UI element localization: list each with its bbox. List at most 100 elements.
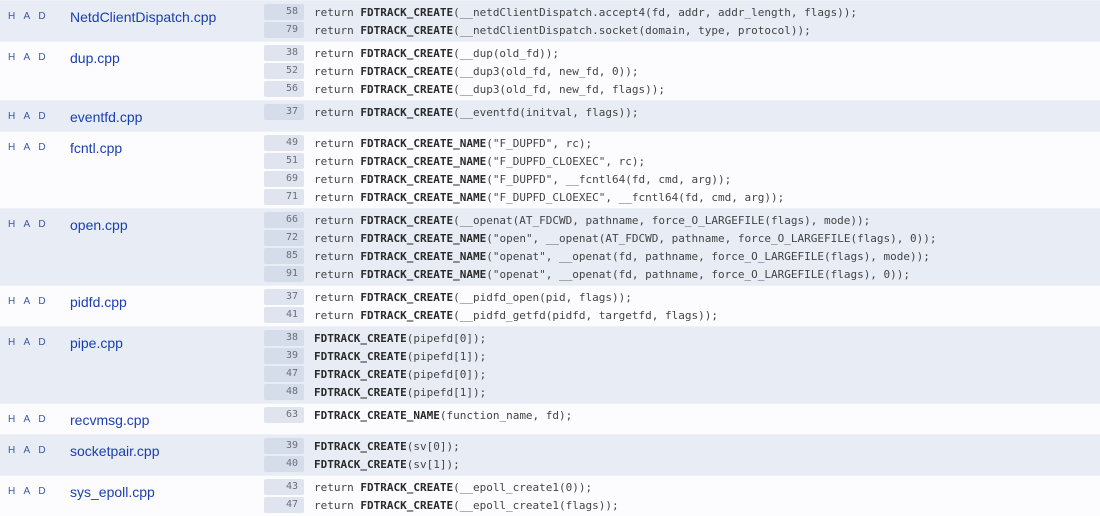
- code-pre: return: [314, 106, 360, 119]
- code-pre: return: [314, 83, 360, 96]
- file-name-cell: open.cpp: [66, 209, 264, 285]
- code-line[interactable]: 66return FDTRACK_CREATE(__openat(AT_FDCW…: [264, 211, 1100, 229]
- code-line[interactable]: 47return FDTRACK_CREATE(__epoll_create1(…: [264, 496, 1100, 514]
- file-link[interactable]: recvmsg.cpp: [70, 410, 149, 428]
- line-number[interactable]: 71: [264, 189, 304, 205]
- code-lines: 49return FDTRACK_CREATE_NAME("F_DUPFD", …: [264, 132, 1100, 208]
- code-post: (function_name, fd);: [440, 409, 572, 422]
- code-match: FDTRACK_CREATE_NAME: [314, 409, 440, 422]
- code-line[interactable]: 41return FDTRACK_CREATE(__pidfd_getfd(pi…: [264, 306, 1100, 324]
- file-name-cell: sys_epoll.cpp: [66, 476, 264, 516]
- line-number[interactable]: 41: [264, 307, 304, 323]
- code-text: FDTRACK_CREATE(sv[1]);: [314, 458, 460, 471]
- line-number[interactable]: 37: [264, 289, 304, 305]
- line-number[interactable]: 40: [264, 456, 304, 472]
- line-number[interactable]: 48: [264, 384, 304, 400]
- code-text: return FDTRACK_CREATE(__netdClientDispat…: [314, 6, 857, 19]
- line-number[interactable]: 47: [264, 497, 304, 513]
- file-link[interactable]: NetdClientDispatch.cpp: [70, 7, 216, 25]
- line-number[interactable]: 43: [264, 479, 304, 495]
- line-number[interactable]: 51: [264, 153, 304, 169]
- file-flags-text: H A D: [8, 441, 49, 456]
- code-pre: return: [314, 24, 360, 37]
- file-flags[interactable]: H A D: [0, 286, 66, 326]
- code-match: FDTRACK_CREATE: [360, 24, 453, 37]
- code-line[interactable]: 79return FDTRACK_CREATE(__netdClientDisp…: [264, 21, 1100, 39]
- line-number[interactable]: 38: [264, 45, 304, 61]
- line-number[interactable]: 91: [264, 266, 304, 282]
- file-flags[interactable]: H A D: [0, 476, 66, 516]
- code-line[interactable]: 71return FDTRACK_CREATE_NAME("F_DUPFD_CL…: [264, 188, 1100, 206]
- file-link[interactable]: socketpair.cpp: [70, 441, 160, 459]
- line-number[interactable]: 72: [264, 230, 304, 246]
- line-number[interactable]: 47: [264, 366, 304, 382]
- line-number[interactable]: 63: [264, 407, 304, 423]
- line-number[interactable]: 69: [264, 171, 304, 187]
- code-line[interactable]: 63 FDTRACK_CREATE_NAME(function_name, fd)…: [264, 406, 1100, 424]
- code-lines: 63 FDTRACK_CREATE_NAME(function_name, fd)…: [264, 404, 1100, 434]
- file-link[interactable]: sys_epoll.cpp: [70, 482, 155, 500]
- code-line[interactable]: 58 return FDTRACK_CREATE(__netdClientDisp…: [264, 3, 1100, 21]
- file-flags[interactable]: H A D: [0, 435, 66, 475]
- line-number[interactable]: 38: [264, 330, 304, 346]
- line-number[interactable]: 58: [264, 4, 304, 20]
- file-link[interactable]: pidfd.cpp: [70, 292, 127, 310]
- file-link[interactable]: pipe.cpp: [70, 333, 123, 351]
- code-line[interactable]: 39FDTRACK_CREATE(pipefd[1]);: [264, 347, 1100, 365]
- code-line[interactable]: 39FDTRACK_CREATE(sv[0]);: [264, 437, 1100, 455]
- code-pre: return: [314, 214, 360, 227]
- file-link[interactable]: fcntl.cpp: [70, 138, 122, 156]
- code-post: (__openat(AT_FDCWD, pathname, force_O_LA…: [453, 214, 870, 227]
- code-line[interactable]: 56return FDTRACK_CREATE(__dup3(old_fd, n…: [264, 80, 1100, 98]
- code-post: (sv[1]);: [407, 458, 460, 471]
- file-flags[interactable]: H A D: [0, 1, 66, 41]
- code-line[interactable]: 38return FDTRACK_CREATE(__dup(old_fd));: [264, 44, 1100, 62]
- file-link[interactable]: open.cpp: [70, 215, 128, 233]
- file-flags-text: H A D: [8, 107, 49, 122]
- code-match: FDTRACK_CREATE: [360, 6, 453, 19]
- code-line[interactable]: 91return FDTRACK_CREATE_NAME("openat", _…: [264, 265, 1100, 283]
- line-number[interactable]: 37: [264, 104, 304, 120]
- file-flags[interactable]: H A D: [0, 132, 66, 208]
- code-post: (pipefd[1]);: [407, 386, 486, 399]
- code-line[interactable]: 72return FDTRACK_CREATE_NAME("open", __o…: [264, 229, 1100, 247]
- code-line[interactable]: 85 return FDTRACK_CREATE_NAME("openat", _…: [264, 247, 1100, 265]
- line-number[interactable]: 56: [264, 81, 304, 97]
- code-match: FDTRACK_CREATE_NAME: [360, 155, 486, 168]
- code-pre: return: [314, 155, 360, 168]
- code-match: FDTRACK_CREATE_NAME: [360, 250, 486, 263]
- line-number[interactable]: 66: [264, 212, 304, 228]
- line-number[interactable]: 49: [264, 135, 304, 151]
- file-flags[interactable]: H A D: [0, 327, 66, 403]
- code-line[interactable]: 40 FDTRACK_CREATE(sv[1]);: [264, 455, 1100, 473]
- line-number[interactable]: 39: [264, 348, 304, 364]
- file-block: H A D dup.cpp 38return FDTRACK_CREATE(__du…: [0, 41, 1100, 100]
- line-number[interactable]: 79: [264, 22, 304, 38]
- code-line[interactable]: 49return FDTRACK_CREATE_NAME("F_DUPFD", …: [264, 134, 1100, 152]
- code-line[interactable]: 51return FDTRACK_CREATE_NAME("F_DUPFD_CL…: [264, 152, 1100, 170]
- code-text: FDTRACK_CREATE(pipefd[1]);: [314, 386, 486, 399]
- file-link[interactable]: eventfd.cpp: [70, 107, 142, 125]
- code-line[interactable]: 37return FDTRACK_CREATE(__pidfd_open(pid…: [264, 288, 1100, 306]
- file-flags[interactable]: H A D: [0, 101, 66, 131]
- file-block: H A D recvmsg.cpp 63 FDTRACK_CREATE_NAME(fu…: [0, 403, 1100, 434]
- code-text: return FDTRACK_CREATE_NAME("openat", __o…: [314, 250, 930, 263]
- code-line[interactable]: 37return FDTRACK_CREATE(__eventfd(initva…: [264, 103, 1100, 121]
- line-number[interactable]: 39: [264, 438, 304, 454]
- code-lines: 37return FDTRACK_CREATE(__eventfd(initva…: [264, 101, 1100, 131]
- file-flags[interactable]: H A D: [0, 42, 66, 100]
- line-number[interactable]: 52: [264, 63, 304, 79]
- file-flags[interactable]: H A D: [0, 209, 66, 285]
- code-line[interactable]: 48 FDTRACK_CREATE(pipefd[1]);: [264, 383, 1100, 401]
- file-block: H A Deventfd.cpp37return FDTRACK_CREATE(…: [0, 100, 1100, 131]
- code-line[interactable]: 52return FDTRACK_CREATE(__dup3(old_fd, n…: [264, 62, 1100, 80]
- file-flags-text: H A D: [8, 48, 49, 63]
- line-number[interactable]: 85: [264, 248, 304, 264]
- code-line[interactable]: 69return FDTRACK_CREATE_NAME("F_DUPFD", …: [264, 170, 1100, 188]
- code-line[interactable]: 38FDTRACK_CREATE(pipefd[0]);: [264, 329, 1100, 347]
- code-line[interactable]: 47FDTRACK_CREATE(pipefd[0]);: [264, 365, 1100, 383]
- file-flags[interactable]: H A D: [0, 404, 66, 434]
- file-link[interactable]: dup.cpp: [70, 48, 120, 66]
- file-flags-text: H A D: [8, 410, 49, 425]
- code-line[interactable]: 43return FDTRACK_CREATE(__epoll_create1(…: [264, 478, 1100, 496]
